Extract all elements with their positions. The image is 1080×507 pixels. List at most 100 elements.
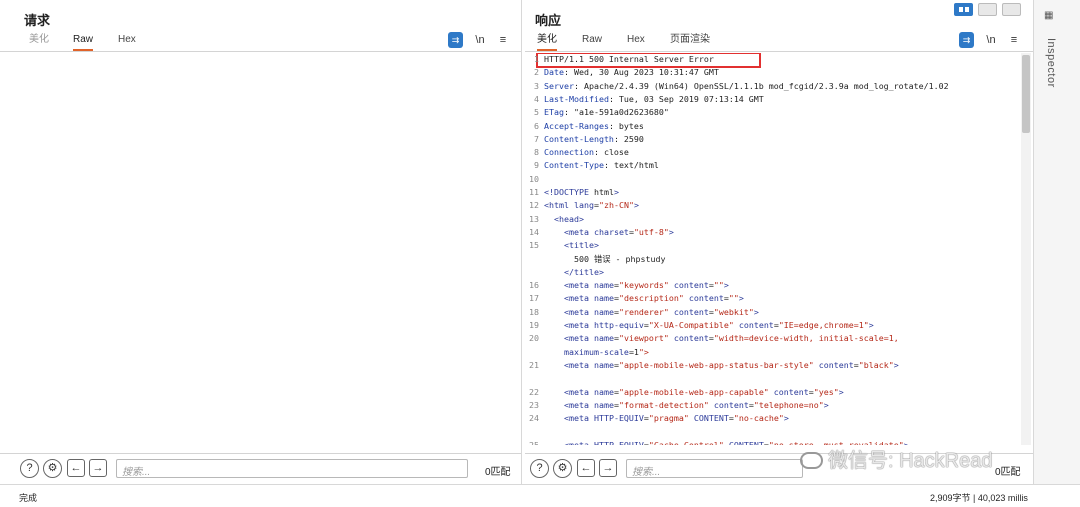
html-attr: HTTP-EQUIV xyxy=(588,439,644,445)
inspector-settings-icon[interactable]: ▦ xyxy=(1044,10,1057,22)
line-number: 1 xyxy=(534,54,539,64)
code-line: </title> xyxy=(544,266,604,279)
html-attr: content xyxy=(813,359,854,370)
code-line: <meta HTTP-EQUIV="pragma" CONTENT="no-ca… xyxy=(544,412,789,425)
html-text xyxy=(544,440,564,445)
tab-raw[interactable]: Raw xyxy=(582,33,602,51)
line-number: 18 xyxy=(529,306,539,317)
forward-arrow-icon[interactable]: → xyxy=(89,459,107,477)
help-icon[interactable]: ? xyxy=(20,459,39,478)
line-number: 7 xyxy=(534,133,539,144)
code-line: <meta name="renderer" content="webkit"> xyxy=(544,306,759,319)
html-tag: <meta xyxy=(563,306,589,317)
html-attr: content xyxy=(733,320,774,330)
header-name: Accept-Ranges xyxy=(544,120,609,131)
line-number: 25 xyxy=(529,439,539,445)
inspector-sidebar: ▦ Inspector xyxy=(1033,0,1080,484)
code-line: <meta charset="utf-8"> xyxy=(544,226,674,239)
layout-tabs-button[interactable] xyxy=(1002,3,1021,16)
search-input[interactable]: 搜索... xyxy=(626,459,803,478)
help-icon[interactable]: ? xyxy=(530,459,549,478)
gear-icon[interactable]: ⚙ xyxy=(43,459,62,478)
menu-icon[interactable]: ≡ xyxy=(1008,32,1020,48)
back-arrow-icon[interactable]: ← xyxy=(577,459,595,477)
tab-hex[interactable]: Hex xyxy=(627,33,645,51)
response-editor[interactable]: 1 HTTP/1.1 500 Internal Server Error 2 Date… xyxy=(525,53,1019,445)
newline-toggle[interactable]: \n xyxy=(983,32,999,48)
tab-raw[interactable]: Raw xyxy=(73,33,94,51)
html-attr: content xyxy=(668,333,709,344)
code-line: <meta name="description" content=""> xyxy=(544,292,744,305)
layout-top-bottom-button[interactable] xyxy=(978,3,997,16)
html-attr: name xyxy=(588,333,614,344)
response-title: 响应 xyxy=(535,13,562,28)
html-attr-value: "viewport" xyxy=(618,333,669,344)
html-attr-value: "IE=edge,chrome=1" xyxy=(778,320,869,330)
header-name: Date xyxy=(544,67,564,78)
html-tag: <meta xyxy=(563,399,589,410)
html-attr: content xyxy=(668,280,709,291)
html-attr-value: "apple-mobile-web-app-capable" xyxy=(618,386,769,397)
line-number: 8 xyxy=(534,147,539,158)
html-attr: name xyxy=(588,399,614,410)
html-tag: > xyxy=(738,293,744,304)
code-line: <!DOCTYPE html> xyxy=(544,186,619,199)
html-tag: <meta xyxy=(563,333,589,344)
html-attr-value: "" xyxy=(728,293,739,304)
code-line: Server: Apache/2.4.39 (Win64) OpenSSL/1.… xyxy=(544,80,949,93)
code-line: Date: Wed, 30 Aug 2023 10:31:47 GMT xyxy=(544,66,719,79)
code-line: Content-Length: 2590 xyxy=(544,133,644,146)
tab-pretty[interactable]: 美化 xyxy=(29,33,49,51)
response-tabs: 美化 Raw Hex 页面渲染 ⇉ \n ≡ xyxy=(525,30,1033,52)
request-pane: 请求 美化 Raw Hex ⇉ \n ≡ 1POST /Include/web_… xyxy=(0,0,522,484)
request-title: 请求 xyxy=(24,13,51,28)
newline-toggle[interactable]: \n xyxy=(472,32,488,48)
header-name: Content-Length xyxy=(544,133,614,144)
header-name: Last-Modified xyxy=(544,93,609,104)
code-line: <meta name="apple-mobile-web-app-status-… xyxy=(544,359,899,372)
tab-hex[interactable]: Hex xyxy=(118,33,136,51)
status-bar: 完成 2,909字节 | 40,023 millis xyxy=(0,484,1080,507)
header-name: Server xyxy=(544,80,574,91)
layout-side-by-side-button[interactable] xyxy=(954,3,973,16)
html-attr-value: "webkit" xyxy=(713,306,754,317)
line-number: 16 xyxy=(529,280,539,291)
html-tag: > xyxy=(668,226,674,237)
tab-pretty[interactable]: 美化 xyxy=(537,33,557,51)
search-input[interactable]: 搜索... xyxy=(116,459,468,478)
line-number: 12 xyxy=(529,200,539,211)
html-attr: maximum-scale xyxy=(559,346,629,357)
code-line: ETag: "a1e-591a0d2623680" xyxy=(544,106,669,119)
html-text xyxy=(544,280,564,290)
html-attr-value: "apple-mobile-web-app-status-bar-style" xyxy=(618,359,814,370)
html-attr-value: "keywords" xyxy=(618,280,669,291)
html-attr: CONTENT xyxy=(688,413,729,424)
html-attr: name xyxy=(588,280,614,291)
html-tag: > xyxy=(753,306,759,317)
code-line: Connection: close xyxy=(544,146,629,159)
tab-render[interactable]: 页面渲染 xyxy=(670,33,710,51)
html-tag: > xyxy=(868,320,874,330)
line-number: 11 xyxy=(529,187,539,197)
html-tag: > xyxy=(593,240,599,251)
scrollbar-thumb[interactable] xyxy=(1022,55,1030,133)
line-number: 14 xyxy=(529,226,539,237)
menu-icon[interactable]: ≡ xyxy=(497,32,509,48)
html-attr: http-equiv xyxy=(588,320,644,330)
response-scrollbar[interactable] xyxy=(1021,53,1031,445)
html-tag: <meta xyxy=(563,413,589,424)
html-tag: <meta xyxy=(563,226,589,237)
html-tag: > xyxy=(783,413,789,424)
forward-arrow-icon[interactable]: → xyxy=(599,459,617,477)
wrap-toggle-icon[interactable]: ⇉ xyxy=(448,32,463,48)
gear-icon[interactable]: ⚙ xyxy=(553,459,572,478)
html-attr-value: "renderer" xyxy=(618,306,669,317)
html-tag: <title xyxy=(563,240,594,251)
html-tag: </title xyxy=(563,266,599,277)
inspector-tab[interactable]: Inspector xyxy=(1041,38,1057,88)
wrap-toggle-icon[interactable]: ⇉ xyxy=(959,32,974,48)
back-arrow-icon[interactable]: ← xyxy=(67,459,85,477)
html-attr: content xyxy=(668,306,709,317)
html-attr-value: "zh-CN" xyxy=(598,200,634,211)
header-value: : 2590 xyxy=(613,133,644,144)
